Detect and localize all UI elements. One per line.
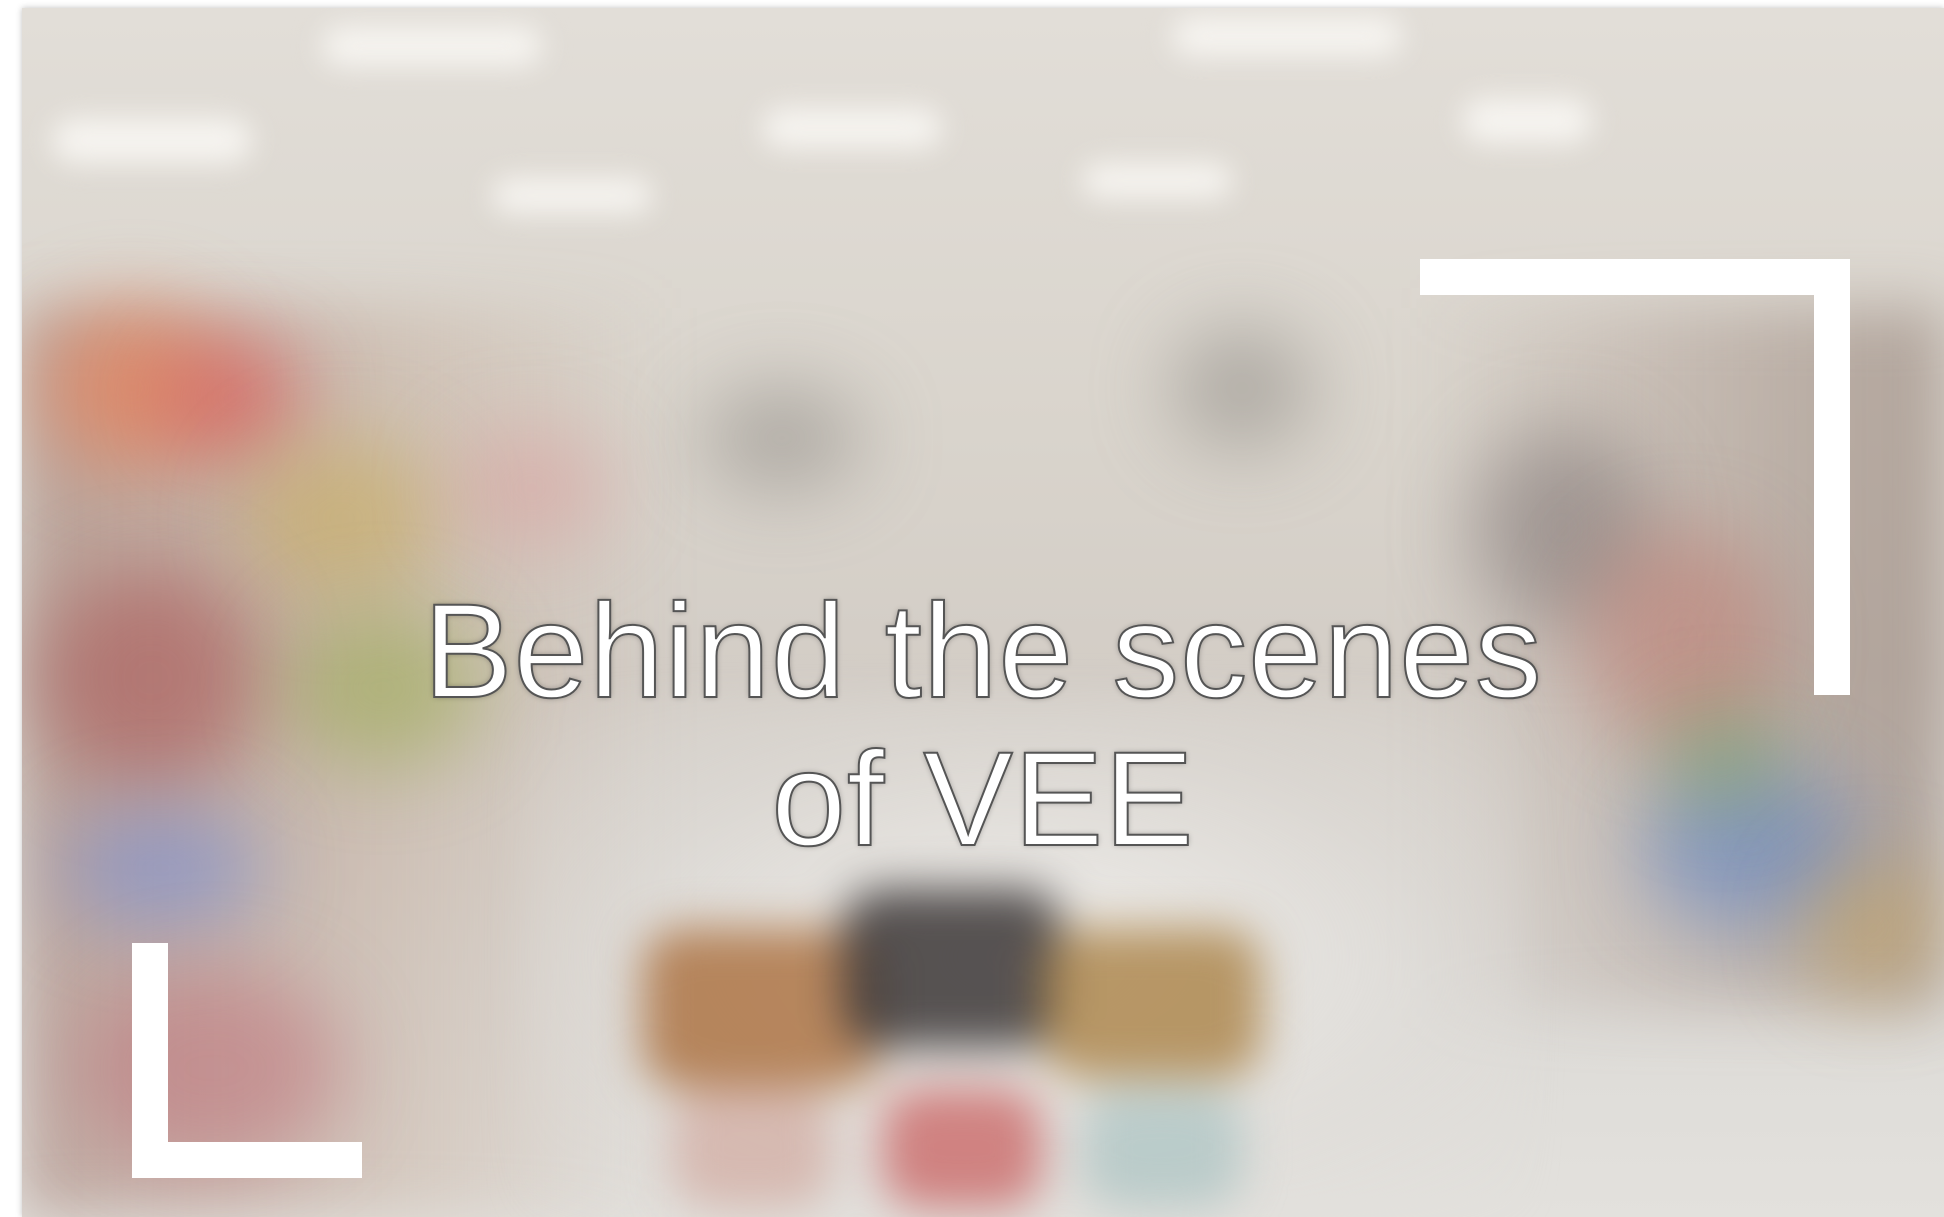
video-title: Behind the scenes of VEE (22, 577, 1944, 875)
video-frame: Behind the scenes of VEE (22, 8, 1944, 1217)
title-line-2: of VEE (770, 725, 1195, 875)
corner-bracket-bottom-left (132, 943, 362, 1178)
title-line-1: Behind the scenes (422, 577, 1543, 727)
